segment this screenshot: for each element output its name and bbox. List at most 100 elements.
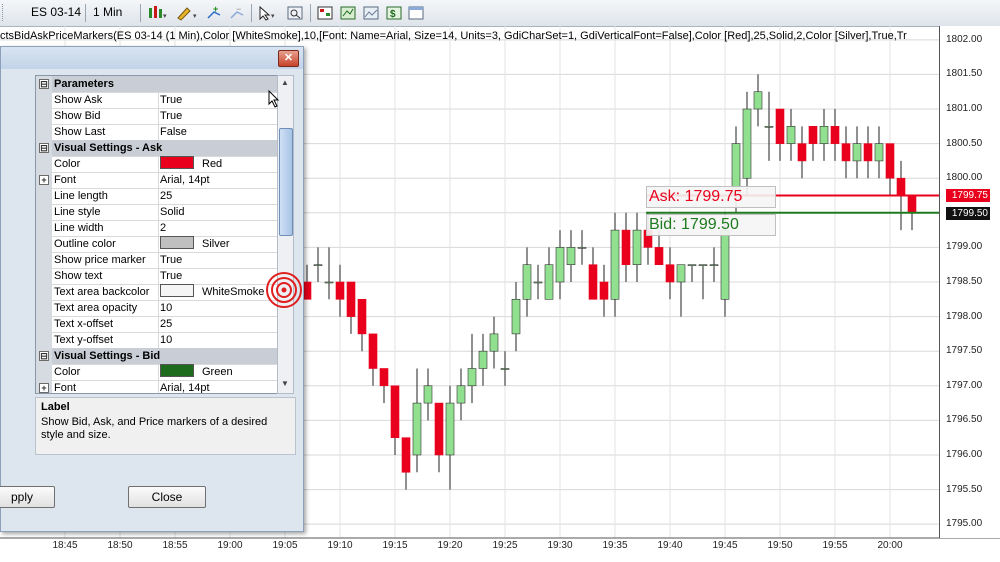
property-category[interactable]: ⊟ Parameters	[36, 76, 277, 93]
property-row[interactable]: Show Bid True	[36, 108, 277, 125]
candle-body[interactable]	[379, 368, 389, 387]
candle-body[interactable]	[313, 264, 323, 267]
candle-body[interactable]	[401, 437, 411, 473]
dollar-icon[interactable]: $	[385, 4, 403, 21]
property-value[interactable]: Red	[160, 156, 277, 172]
property-value[interactable]: Silver	[160, 236, 277, 252]
candle-body[interactable]	[500, 368, 510, 370]
property-row[interactable]: Text area opacity 10	[36, 300, 277, 317]
candle-body[interactable]	[819, 126, 829, 144]
remove-indicator-icon[interactable]: −	[228, 4, 246, 21]
scroll-up-icon[interactable]: ▲	[280, 78, 290, 88]
candle-body[interactable]	[687, 264, 697, 267]
candle-body[interactable]	[709, 264, 719, 267]
candle-body[interactable]	[555, 247, 565, 283]
property-value[interactable]: WhiteSmoke	[160, 284, 277, 300]
candle-body[interactable]	[753, 91, 763, 110]
candle-body[interactable]	[357, 298, 367, 335]
candle-body[interactable]	[599, 281, 609, 300]
candle-body[interactable]	[335, 281, 345, 300]
candle-body[interactable]	[885, 143, 895, 179]
property-value[interactable]: 10	[160, 300, 277, 316]
property-value[interactable]: Arial, 14pt	[160, 380, 277, 393]
property-value[interactable]: True	[160, 108, 277, 124]
apply-button[interactable]: pply	[0, 486, 55, 508]
candle-body[interactable]	[654, 247, 664, 266]
candle-body[interactable]	[863, 143, 873, 162]
candle-body[interactable]	[775, 108, 785, 144]
candle-body[interactable]	[896, 177, 906, 196]
candle-body[interactable]	[533, 281, 543, 284]
candle-body[interactable]	[698, 264, 708, 267]
candle-body[interactable]	[577, 247, 587, 249]
candle-body[interactable]	[907, 195, 917, 214]
candle-body[interactable]	[764, 126, 774, 128]
zoom-icon[interactable]	[286, 4, 304, 21]
candle-body[interactable]	[324, 281, 334, 284]
candle-body[interactable]	[808, 126, 818, 144]
candle-body[interactable]	[522, 264, 532, 300]
property-value[interactable]: 10	[160, 332, 277, 348]
property-value[interactable]: True	[160, 268, 277, 284]
property-row[interactable]: Show Last False	[36, 124, 277, 141]
pointer-icon[interactable]: ▾	[256, 4, 280, 21]
chart-properties-icon[interactable]	[339, 4, 357, 21]
add-indicator-icon[interactable]: +	[205, 4, 223, 21]
property-value[interactable]: True	[160, 252, 277, 268]
property-row[interactable]: Text area backcolor WhiteSmoke	[36, 284, 277, 301]
candle-body[interactable]	[467, 368, 477, 387]
property-category[interactable]: ⊟ Visual Settings - Ask	[36, 140, 277, 157]
candle-body[interactable]	[786, 126, 796, 144]
candle-body[interactable]	[566, 247, 576, 266]
candle-body[interactable]	[390, 385, 400, 438]
property-grid-scrollbar[interactable]: ▲ ▼	[277, 75, 294, 394]
interval-selector[interactable]: 1 Min	[90, 3, 125, 22]
property-row[interactable]: Line style Solid	[36, 204, 277, 221]
scroll-thumb[interactable]	[279, 128, 293, 236]
collapse-icon[interactable]: ⊟	[39, 79, 49, 89]
property-row[interactable]: + Font Arial, 14pt	[36, 172, 277, 189]
property-row[interactable]: Show text True	[36, 268, 277, 285]
property-value[interactable]: Arial, 14pt	[160, 172, 277, 188]
property-value[interactable]: 25	[160, 316, 277, 332]
candle-body[interactable]	[489, 333, 499, 352]
instrument-selector[interactable]: ES 03-14	[28, 3, 84, 22]
property-row[interactable]: Color Red	[36, 156, 277, 173]
candle-body[interactable]	[874, 143, 884, 162]
candle-body[interactable]	[511, 298, 521, 335]
property-value[interactable]: Solid	[160, 204, 277, 220]
property-grid[interactable]: ⊟ Parameters Show Ask True Show Bid True Show …	[35, 75, 278, 394]
snapshot-icon[interactable]	[362, 4, 380, 21]
candle-body[interactable]	[445, 402, 455, 456]
property-row[interactable]: Color Green	[36, 364, 277, 381]
property-row[interactable]: Text x-offset 25	[36, 316, 277, 333]
candle-body[interactable]	[302, 281, 312, 300]
candle-body[interactable]	[346, 281, 356, 317]
candle-body[interactable]	[742, 108, 752, 179]
expand-icon[interactable]: +	[39, 175, 49, 185]
property-row[interactable]: Line length 25	[36, 188, 277, 205]
pencil-draw-icon[interactable]: ▾	[175, 4, 199, 21]
property-row[interactable]: + Font Arial, 14pt	[36, 380, 277, 393]
candle-body[interactable]	[588, 264, 598, 300]
candle-body[interactable]	[412, 402, 422, 456]
candle-body[interactable]	[610, 229, 620, 300]
candle-body[interactable]	[632, 229, 642, 266]
candle-body[interactable]	[830, 126, 840, 144]
expand-icon[interactable]: +	[39, 383, 49, 393]
property-row[interactable]: Outline color Silver	[36, 236, 277, 253]
candle-body[interactable]	[720, 229, 730, 300]
layout-icon[interactable]	[316, 4, 334, 21]
candle-body[interactable]	[852, 143, 862, 162]
candle-body[interactable]	[423, 385, 433, 404]
property-value[interactable]: True	[160, 92, 277, 108]
candle-body[interactable]	[841, 143, 851, 162]
property-row[interactable]: Show price marker True	[36, 252, 277, 269]
dialog-close-icon[interactable]: ✕	[278, 50, 299, 67]
dialog-title-bar[interactable]	[1, 47, 303, 69]
property-value[interactable]: 25	[160, 188, 277, 204]
candle-body[interactable]	[544, 264, 554, 300]
close-button[interactable]: Close	[128, 486, 206, 508]
scroll-down-icon[interactable]: ▼	[280, 379, 290, 389]
candle-body[interactable]	[676, 264, 686, 283]
